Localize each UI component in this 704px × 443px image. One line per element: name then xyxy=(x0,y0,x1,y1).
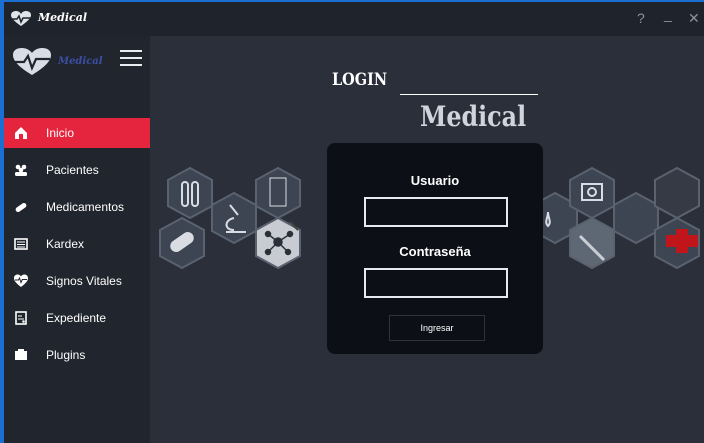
sidebar-item-plugins[interactable]: Plugins xyxy=(4,340,150,370)
password-label: Contraseña xyxy=(399,244,471,259)
sidebar-nav: Inicio Pacientes Medicamentos Kardex Sig… xyxy=(4,118,150,377)
sidebar-item-expediente[interactable]: Expediente xyxy=(4,303,150,333)
record-icon xyxy=(14,311,28,325)
sidebar-item-inicio[interactable]: Inicio xyxy=(4,118,150,148)
sidebar-item-label: Signos Vitales xyxy=(46,274,122,288)
sidebar-item-kardex[interactable]: Kardex xyxy=(4,229,150,259)
sidebar-item-label: Inicio xyxy=(46,126,75,140)
sidebar-brand: Medical xyxy=(58,56,103,67)
sidebar-item-signos-vitales[interactable]: Signos Vitales xyxy=(4,266,150,296)
document-hex xyxy=(255,166,301,220)
heart-pulse-logo-icon xyxy=(13,48,51,75)
heartbeat-icon xyxy=(14,274,28,288)
sidebar-item-label: Expediente xyxy=(46,311,107,325)
medical-text-hex xyxy=(613,191,659,245)
help-button[interactable]: ? xyxy=(637,10,645,26)
password-input[interactable] xyxy=(364,268,508,298)
test-tubes-hex xyxy=(167,166,213,220)
title-bar[interactable]: Medical ? _ ✕ xyxy=(4,2,704,36)
sidebar-item-label: Pacientes xyxy=(46,163,99,177)
home-icon xyxy=(14,126,28,140)
heading-underline xyxy=(400,94,538,95)
faint-hex xyxy=(654,166,700,220)
close-button[interactable]: ✕ xyxy=(688,10,700,27)
brand-heading: Medical xyxy=(420,100,527,133)
sidebar-item-label: Medicamentos xyxy=(46,200,125,214)
sidebar-item-label: Kardex xyxy=(46,237,85,251)
sidebar-item-medicamentos[interactable]: Medicamentos xyxy=(4,192,150,222)
username-input[interactable] xyxy=(364,197,508,227)
login-panel: Usuario Contraseña Ingresar xyxy=(327,143,543,354)
sidebar-item-label: Plugins xyxy=(46,348,86,362)
login-button[interactable]: Ingresar xyxy=(389,315,485,341)
heart-pulse-logo-icon xyxy=(11,11,31,26)
plugins-icon xyxy=(14,348,28,362)
app-window: Medical ? _ ✕ Medical Inicio Pacientes M… xyxy=(0,0,704,443)
medkit-hex xyxy=(569,166,615,220)
pill-icon xyxy=(14,200,28,214)
sidebar: Medical Inicio Pacientes Medicamentos Ka… xyxy=(4,36,150,443)
patients-icon xyxy=(14,163,28,177)
sidebar-item-pacientes[interactable]: Pacientes xyxy=(4,155,150,185)
minimize-button[interactable]: _ xyxy=(664,6,672,22)
syringe-hex xyxy=(569,216,615,270)
main-content: LOGIN Medical Usuario Contraseña Ingresa… xyxy=(150,36,704,443)
login-heading: LOGIN xyxy=(332,70,388,90)
window-title: Medical xyxy=(38,11,88,24)
menu-toggle-icon[interactable] xyxy=(120,50,142,66)
kardex-icon xyxy=(14,237,28,251)
username-label: Usuario xyxy=(410,173,460,188)
